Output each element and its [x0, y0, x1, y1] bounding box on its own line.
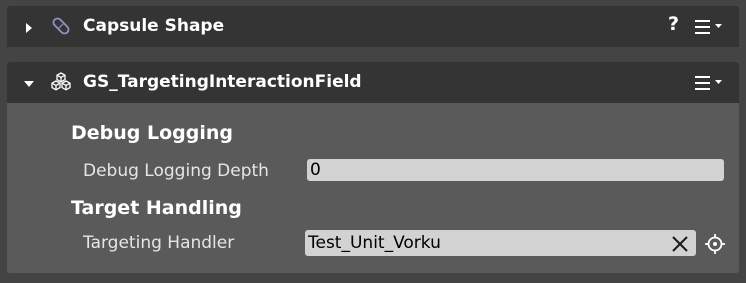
capsule-icon: [50, 15, 72, 37]
debug-logging-depth-field[interactable]: 0: [307, 159, 724, 181]
help-button[interactable]: ?: [668, 13, 679, 35]
menu-icon[interactable]: [695, 18, 727, 36]
component-title: Capsule Shape: [83, 16, 225, 36]
component-title: GS_TargetingInteractionField: [83, 72, 362, 92]
clear-icon[interactable]: [669, 233, 691, 255]
entity-picker-crosshair-icon[interactable]: [703, 232, 727, 256]
component-cubes-icon: [50, 71, 72, 93]
debug-logging-depth-label: Debug Logging Depth: [83, 161, 269, 181]
targeting-handler-field[interactable]: Test_Unit_Vorku: [305, 230, 696, 256]
targeting-interaction-field-component: GS_TargetingInteractionField Debug Loggi…: [7, 62, 739, 273]
group-heading-target-handling: Target Handling: [71, 197, 242, 219]
expand-arrow-icon[interactable]: [22, 20, 36, 34]
capsule-shape-header[interactable]: Capsule Shape ?: [7, 6, 739, 47]
menu-icon[interactable]: [695, 74, 727, 92]
targeting-interaction-field-header[interactable]: GS_TargetingInteractionField: [7, 62, 739, 103]
collapse-arrow-icon[interactable]: [22, 76, 36, 90]
capsule-shape-component: Capsule Shape ?: [7, 6, 739, 47]
targeting-handler-label: Targeting Handler: [83, 233, 235, 253]
group-heading-debug-logging: Debug Logging: [71, 122, 234, 144]
